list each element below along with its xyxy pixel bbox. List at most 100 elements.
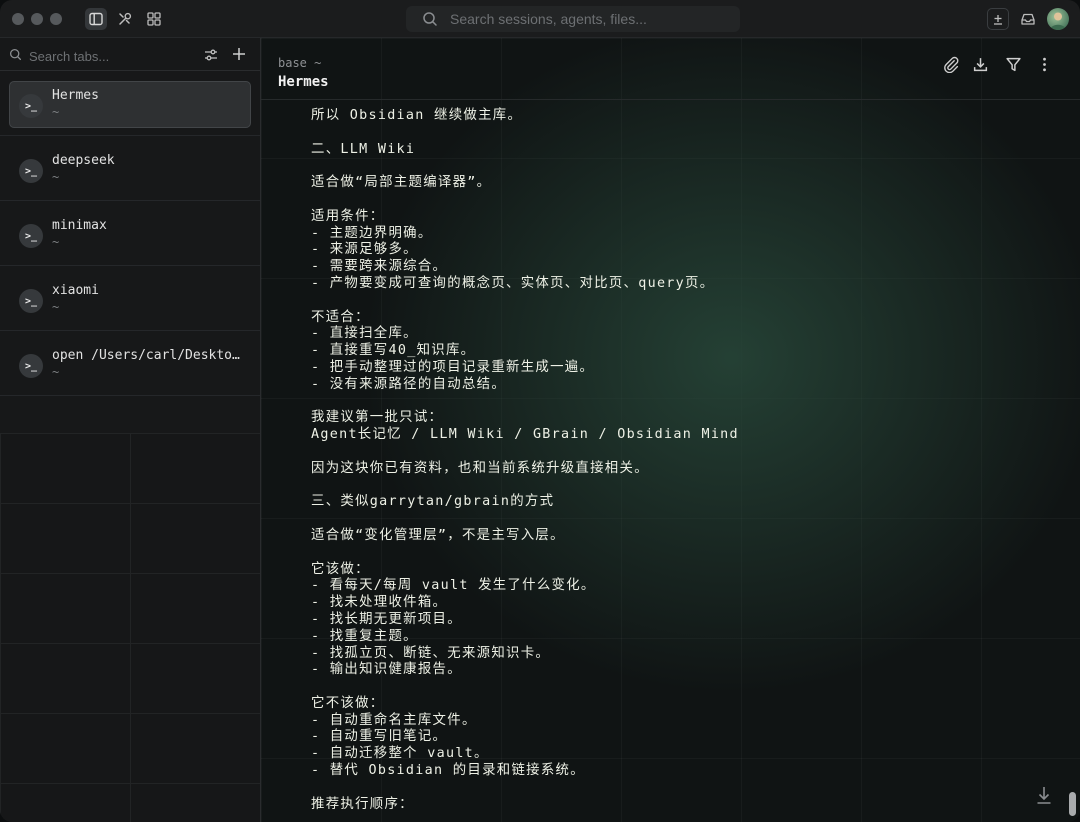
- inbox-button[interactable]: [1017, 8, 1039, 30]
- tab-item-path: ~: [52, 300, 60, 314]
- sidebar: >_ Hermes ~ >_ deepseek ~ >_ minimax ~ >…: [0, 38, 261, 822]
- terminal-line: - 直接重写40_知识库。: [311, 343, 476, 359]
- terminal-line: 所以 Obsidian 继续做主库。: [311, 108, 523, 123]
- terminal-line: - 产物要变成可查询的概念页、实体页、对比页、query页。: [311, 275, 715, 291]
- terminal-line: - 自动重命名主库文件。: [311, 712, 477, 728]
- terminal-line: Agent长记忆 / LLM Wiki / GBrain / Obsidian …: [311, 427, 739, 443]
- toggle-sidebar-button[interactable]: [85, 8, 107, 30]
- terminal-line: - 看每天/每周 vault 发生了什么变化。: [311, 578, 596, 594]
- tab-item-hermes[interactable]: >_ Hermes ~: [0, 72, 260, 136]
- terminal-line: - 替代 Obsidian 的目录和链接系统。: [311, 763, 585, 779]
- terminal-line: - 找长期无更新项目。: [311, 611, 462, 627]
- terminal-line: 二、LLM Wiki: [311, 141, 416, 157]
- terminal-line: - 自动重写旧笔记。: [311, 729, 448, 745]
- terminal-line: - 输出知识健康报告。: [311, 662, 462, 678]
- search-icon: [9, 48, 22, 61]
- avatar-image-icon: [1050, 12, 1066, 30]
- terminal-line: - 主题边界明确。: [311, 225, 433, 241]
- zoom-window-button[interactable]: [50, 13, 62, 25]
- terminal-line: 适合做“变化管理层”，不是主写入层。: [311, 527, 565, 543]
- terminal-line: - 找孤立页、断链、无来源知识卡。: [311, 645, 551, 661]
- tab-item-path: ~: [52, 365, 60, 379]
- more-menu-button[interactable]: [1034, 54, 1054, 74]
- add-tab-icon[interactable]: [231, 46, 247, 62]
- terminal-line: 适合做“局部主题编译器”。: [311, 175, 492, 191]
- title-bar: [0, 0, 1080, 38]
- terminal-line: - 把手动整理过的项目记录重新生成一遍。: [311, 359, 595, 375]
- terminal-line: 它该做：: [311, 561, 370, 577]
- scrollbar-thumb[interactable]: [1069, 792, 1076, 816]
- tab-item-name: open /Users/carl/Desktop/...: [52, 348, 247, 363]
- terminal-line: - 没有来源路径的自动总结。: [311, 376, 507, 392]
- avatar[interactable]: [1047, 8, 1069, 30]
- terminal-icon: >_: [19, 289, 43, 313]
- tools-icon: [119, 12, 132, 25]
- terminal-line: 它不该做：: [311, 695, 385, 711]
- tab-item-deepseek[interactable]: >_ deepseek ~: [0, 137, 260, 201]
- tab-item-minimax[interactable]: >_ minimax ~: [0, 202, 260, 266]
- terminal-line: 适用条件：: [311, 208, 385, 224]
- tab-item-xiaomi[interactable]: >_ xiaomi ~: [0, 267, 260, 331]
- tools-button[interactable]: [114, 8, 136, 30]
- tab-item-path: ~: [52, 105, 60, 119]
- tab-search[interactable]: [0, 38, 260, 71]
- terminal-line: - 找未处理收件箱。: [311, 595, 448, 611]
- filter-button[interactable]: [1003, 54, 1023, 74]
- terminal-line: 推荐执行顺序：: [311, 796, 414, 812]
- terminal-line: - 需要跨来源综合。: [311, 259, 448, 275]
- terminal-line: 三、类似garrytan/gbrain的方式: [311, 494, 555, 510]
- tab-item-path: ~: [52, 170, 60, 184]
- filter-funnel-icon: [1005, 57, 1021, 71]
- tab-search-input[interactable]: [27, 46, 191, 66]
- grid-view-button[interactable]: [143, 8, 165, 30]
- terminal-pane: base ~ Hermes 所以 Obsidian 继续做主库。 二、LLM W…: [261, 38, 1080, 822]
- download-button[interactable]: [970, 54, 990, 74]
- terminal-icon: >_: [19, 224, 43, 248]
- terminal-icon: >_: [19, 94, 43, 118]
- terminal-line: - 来源足够多。: [311, 242, 418, 258]
- app-window: >_ Hermes ~ >_ deepseek ~ >_ minimax ~ >…: [0, 0, 1080, 822]
- tab-item-name: deepseek: [52, 153, 115, 168]
- scroll-to-bottom-button[interactable]: [1034, 784, 1054, 806]
- terminal-line: - 找重复主题。: [311, 628, 418, 644]
- search-icon: [423, 12, 437, 26]
- global-search-input[interactable]: [448, 10, 732, 28]
- terminal-icon: >_: [19, 159, 43, 183]
- global-search[interactable]: [406, 6, 740, 32]
- minimize-window-button[interactable]: [31, 13, 43, 25]
- tab-item-name: minimax: [52, 218, 107, 233]
- terminal-output[interactable]: 所以 Obsidian 继续做主库。 二、LLM Wiki 适合做“局部主题编译器”…: [311, 108, 1051, 813]
- tab-item-open-desktop[interactable]: >_ open /Users/carl/Desktop/... ~: [0, 332, 260, 396]
- plus-box-icon: [994, 15, 1002, 25]
- terminal-line: - 直接扫全库。: [311, 326, 418, 342]
- terminal-icon: >_: [19, 354, 43, 378]
- download-icon: [973, 57, 987, 71]
- terminal-line: 因为这块你已有资料，也和当前系统升级直接相关。: [311, 460, 649, 476]
- terminal-line: - 自动迁移整个 vault。: [311, 746, 489, 762]
- attach-button[interactable]: [941, 54, 961, 74]
- sidebar-icon: [89, 12, 103, 26]
- grid-icon: [147, 12, 161, 26]
- tab-item-path: ~: [52, 235, 60, 249]
- pane-header: base ~ Hermes: [261, 38, 1080, 100]
- paperclip-icon: [943, 56, 958, 73]
- tab-item-name: Hermes: [52, 88, 99, 103]
- terminal-line: 不适合：: [311, 309, 370, 325]
- arrow-down-to-line-icon: [1037, 787, 1051, 804]
- filter-sliders-icon[interactable]: [203, 47, 219, 63]
- session-title: Hermes: [278, 74, 329, 90]
- new-session-button[interactable]: [987, 8, 1009, 30]
- close-window-button[interactable]: [12, 13, 24, 25]
- more-vertical-icon: [1042, 57, 1046, 71]
